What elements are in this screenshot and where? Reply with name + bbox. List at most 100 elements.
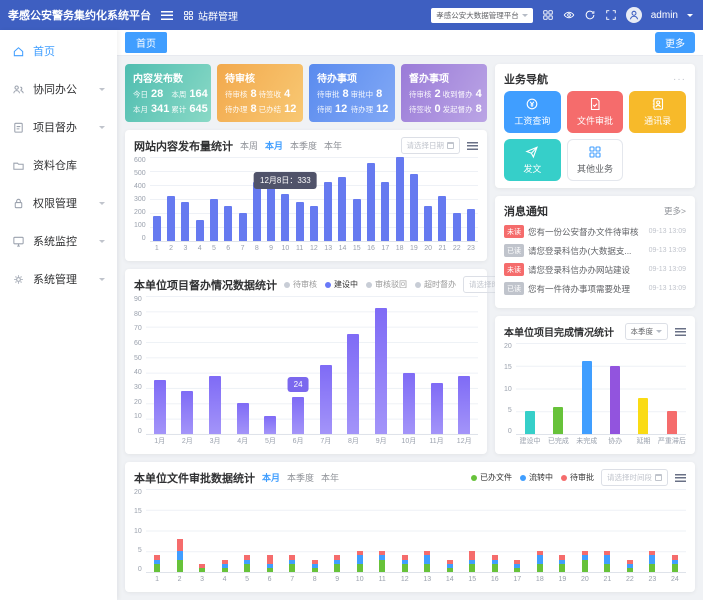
bar-column[interactable] <box>235 157 249 241</box>
bar-column[interactable] <box>423 296 451 434</box>
date-range-picker[interactable]: 请选择时间段 <box>601 469 668 486</box>
bar-column[interactable] <box>168 489 191 572</box>
bar-column[interactable] <box>484 489 507 572</box>
fullscreen-icon[interactable] <box>605 9 617 21</box>
bar-column[interactable] <box>350 157 364 241</box>
message-item[interactable]: 未读 请您登录科信办办网站建设 09-13 13:09 <box>504 263 686 276</box>
bar-column[interactable] <box>450 157 464 241</box>
bar-column[interactable] <box>150 157 164 241</box>
bar[interactable] <box>292 397 305 434</box>
date-picker[interactable]: 请选择日期 <box>400 137 460 154</box>
nav-item-send-document[interactable]: 发文 <box>504 139 561 181</box>
eye-icon[interactable] <box>563 9 575 21</box>
sidebar-item-system-monitor[interactable]: 系统监控 <box>0 222 117 260</box>
legend-item[interactable]: 待审批 <box>561 472 594 483</box>
bar[interactable] <box>181 391 194 434</box>
user-chevron-down-icon[interactable] <box>687 13 693 20</box>
bar[interactable] <box>438 196 447 241</box>
bar[interactable] <box>452 213 461 241</box>
tab-year[interactable]: 本年 <box>321 471 339 484</box>
tab-home[interactable]: 首页 <box>125 32 167 53</box>
quarter-select[interactable]: 本季度 <box>624 323 668 340</box>
chart-menu-icon[interactable] <box>675 473 686 482</box>
bar[interactable] <box>153 380 166 434</box>
bar[interactable] <box>666 411 677 434</box>
bar-column[interactable] <box>641 489 664 572</box>
bar[interactable] <box>395 157 404 241</box>
nav-item-file-approval[interactable]: 文件审批 <box>566 91 624 133</box>
bar[interactable] <box>167 196 176 241</box>
bar-column[interactable] <box>544 343 572 434</box>
bar[interactable] <box>324 182 333 241</box>
bar[interactable] <box>252 182 261 241</box>
bar-column[interactable] <box>326 489 349 572</box>
bar[interactable] <box>309 206 318 241</box>
panel-menu-icon[interactable]: ··· <box>673 74 686 85</box>
bar-column[interactable] <box>236 489 259 572</box>
message-item[interactable]: 已读 您有一件待办事项需要处理 09-13 13:09 <box>504 282 686 295</box>
bar[interactable] <box>409 173 418 241</box>
bar-column[interactable] <box>629 343 657 434</box>
bar[interactable] <box>238 213 247 241</box>
sidebar-collapse-button[interactable] <box>161 10 173 20</box>
org-select[interactable]: 孝感公安大数据管理平台 <box>431 7 533 23</box>
tab-year[interactable]: 本年 <box>324 139 342 152</box>
bar-column[interactable] <box>378 157 392 241</box>
nav-item-salary-query[interactable]: 工资查询 <box>504 91 561 133</box>
nav-item-contacts[interactable]: 通讯录 <box>629 91 686 133</box>
bar-column[interactable] <box>367 296 395 434</box>
bar[interactable] <box>553 406 564 434</box>
bar[interactable] <box>458 375 471 434</box>
bar-column[interactable] <box>574 489 597 572</box>
bar[interactable] <box>610 365 621 434</box>
bar-column[interactable] <box>258 489 281 572</box>
bar[interactable] <box>319 365 332 434</box>
bar[interactable] <box>209 375 222 434</box>
sidebar-item-data-repository[interactable]: 资料仓库 <box>0 146 117 184</box>
bar-column[interactable]: 12月8日：333 <box>254 157 317 241</box>
project-complete-chart[interactable]: 20 15 10 5 0 建设中 已完成 未完成 协办 延期 严重滞后 <box>504 343 686 447</box>
bar[interactable] <box>267 187 276 241</box>
tab-month[interactable]: 本月 <box>262 471 280 484</box>
bar-column[interactable] <box>281 489 304 572</box>
bar[interactable] <box>638 397 649 434</box>
sidebar-item-home[interactable]: 首页 <box>0 32 117 70</box>
legend-item[interactable]: 审核驳回 <box>366 279 407 290</box>
nav-item-other-business[interactable]: 其他业务 <box>566 139 624 181</box>
bar[interactable] <box>236 403 249 434</box>
bar[interactable] <box>424 206 433 241</box>
bar[interactable] <box>338 176 347 241</box>
file-approval-chart[interactable]: 20 15 10 5 0 1 2 3 4 5 6 7 8 9 10 11 12 13 14 15 16 17 18 19 20 2… <box>134 489 686 585</box>
bar-column[interactable] <box>619 489 642 572</box>
bar-column[interactable] <box>178 157 192 241</box>
bar-column[interactable] <box>321 157 335 241</box>
bar-column[interactable] <box>257 296 285 434</box>
apps-icon[interactable] <box>542 9 554 21</box>
bar[interactable] <box>181 201 190 241</box>
bar[interactable] <box>347 334 360 434</box>
bar[interactable] <box>352 199 361 241</box>
legend-item[interactable]: 流转中 <box>520 472 553 483</box>
bar[interactable] <box>581 361 592 434</box>
bar-column[interactable] <box>207 157 221 241</box>
tab-week[interactable]: 本周 <box>240 139 258 152</box>
tab-quarter[interactable]: 本季度 <box>290 139 317 152</box>
bar[interactable] <box>467 208 476 241</box>
bar-column[interactable]: 24 <box>284 296 312 434</box>
username[interactable]: admin <box>651 10 678 21</box>
bar-column[interactable] <box>364 157 378 241</box>
bar-column[interactable] <box>335 157 349 241</box>
bar-column[interactable] <box>395 296 423 434</box>
bar-column[interactable] <box>393 489 416 572</box>
bar-column[interactable] <box>146 489 169 572</box>
bar-column[interactable] <box>664 489 687 572</box>
bar[interactable] <box>430 383 443 434</box>
bar[interactable] <box>375 308 388 434</box>
bar-column[interactable] <box>371 489 394 572</box>
legend-item[interactable]: 已办文件 <box>471 472 512 483</box>
bar-column[interactable] <box>461 489 484 572</box>
bar-column[interactable] <box>601 343 629 434</box>
chart-menu-icon[interactable] <box>467 141 478 150</box>
site-publish-chart[interactable]: 600 500 400 300 200 100 0 12月8日：333 1 2 3 4 5 6 7 8 9 10 1… <box>134 157 478 254</box>
messages-more-link[interactable]: 更多> <box>664 205 686 217</box>
